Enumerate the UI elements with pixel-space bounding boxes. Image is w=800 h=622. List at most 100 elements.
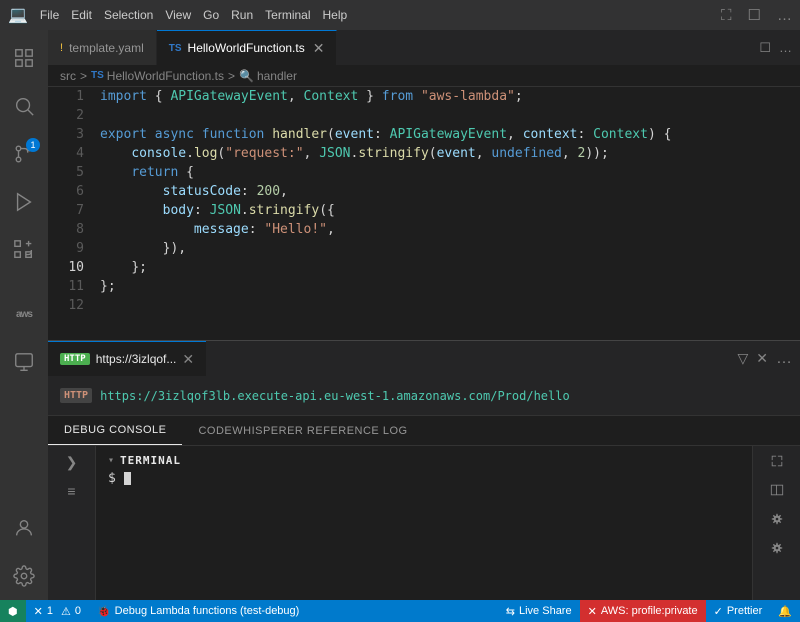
code-line-9: }), (100, 239, 792, 258)
status-aws-profile[interactable]: ✕ AWS: profile:private (580, 600, 706, 622)
activity-extensions[interactable] (0, 226, 48, 274)
titlebar: 💻 File Edit Selection View Go Run Termin… (0, 0, 800, 30)
status-live-share[interactable]: ⇆ Live Share (498, 600, 580, 622)
terminal-collapse-icon[interactable]: ▾ (108, 455, 114, 466)
panel-header-right: ▽ ✕ … (729, 341, 800, 376)
panel-tab-url[interactable]: HTTP https://3izlqof... ✕ (48, 341, 206, 376)
main-layout: 1 aws ! template.yaml TS (0, 30, 800, 600)
sub-tab-debug[interactable]: DEBUG CONSOLE (48, 416, 182, 445)
aws-warning-icon: ✕ (588, 605, 597, 618)
terminal-expand-icon[interactable]: ❯ (62, 450, 82, 475)
panel-url-label: https://3izlqof... (96, 352, 177, 366)
code-line-12 (100, 296, 792, 315)
bottom-panel: HTTP https://3izlqof... ✕ ▽ ✕ … HTTP htt… (48, 340, 800, 600)
terminal-right-buttons (752, 446, 800, 600)
code-editor[interactable]: 12345 6789 10 1112 import { APIGatewayEv… (48, 87, 800, 340)
status-prettier[interactable]: ✓ Prettier (706, 600, 771, 622)
breadcrumb-handler[interactable]: handler (257, 69, 297, 83)
menu-edit[interactable]: Edit (71, 8, 92, 22)
status-errors[interactable]: ✕ 1 ⚠ 0 (26, 600, 89, 622)
live-share-label: Live Share (519, 605, 572, 617)
menu-go[interactable]: Go (203, 8, 219, 22)
activity-explorer[interactable] (0, 34, 48, 82)
code-line-5: return { (100, 163, 792, 182)
tab-handler-close[interactable]: ✕ (313, 40, 325, 57)
code-line-11: }; (100, 277, 792, 296)
breadcrumb-handler-icon: 🔍 (239, 69, 254, 83)
term-maximize-icon[interactable] (766, 450, 788, 475)
terminal-prompt: $ (108, 471, 740, 486)
debug-label: Debug Lambda functions (test-debug) (115, 605, 300, 617)
status-debug[interactable]: 🐞 Debug Lambda functions (test-debug) (89, 600, 307, 622)
tab-bar: ! template.yaml TS HelloWorldFunction.ts… (48, 30, 800, 65)
menu-file[interactable]: File (40, 8, 59, 22)
activity-search[interactable] (0, 82, 48, 130)
panel-header: HTTP https://3izlqof... ✕ ▽ ✕ … (48, 341, 800, 376)
breadcrumb-file[interactable]: HelloWorldFunction.ts (107, 69, 224, 83)
terminal-sidebar: ❯ ≡ (48, 446, 96, 600)
split-editor-icon[interactable]: ☐ (759, 40, 771, 56)
more-actions-icon[interactable]: … (777, 7, 792, 24)
activity-run-debug[interactable] (0, 178, 48, 226)
term-settings-icon[interactable] (766, 508, 788, 533)
tab-template[interactable]: ! template.yaml (48, 30, 157, 65)
panel-url-close[interactable]: ✕ (182, 351, 194, 368)
code-line-6: statusCode: 200, (100, 182, 792, 201)
prettier-icon: ✓ (714, 605, 723, 618)
status-notifications[interactable]: 🔔 (770, 600, 800, 622)
menu-run[interactable]: Run (231, 8, 253, 22)
activity-bar: 1 aws (0, 30, 48, 600)
error-count: 1 (47, 605, 53, 617)
prettier-label: Prettier (727, 605, 762, 617)
debug-icon: 🐞 (97, 605, 111, 618)
bell-icon: 🔔 (778, 605, 792, 618)
activity-aws[interactable]: aws (0, 290, 48, 338)
terminal-content[interactable]: ▾ TERMINAL $ (96, 446, 752, 600)
activity-settings[interactable] (0, 552, 48, 600)
app-icon: 💻 (8, 5, 28, 25)
tab-handler-icon: TS (169, 43, 182, 54)
terminal-list-icon[interactable]: ≡ (63, 479, 79, 503)
warning-icon: ⚠ (61, 605, 71, 618)
menu-view[interactable]: View (165, 8, 191, 22)
sub-tab-codewhisperer[interactable]: CODEWHISPERER REFERENCE LOG (182, 416, 423, 445)
panel-close-icon[interactable]: ✕ (756, 350, 768, 367)
breadcrumb-src[interactable]: src (60, 69, 76, 83)
vscode-accounts-icon[interactable]: ⛶ (721, 7, 732, 24)
terminal-area: ❯ ≡ ▾ TERMINAL $ (48, 446, 800, 600)
activity-source-control[interactable]: 1 (0, 130, 48, 178)
status-remote[interactable]: ⬢ (0, 600, 26, 622)
warning-count: 0 (75, 605, 81, 617)
code-line-3: export async function handler(event: API… (100, 125, 792, 144)
activity-accounts[interactable] (0, 504, 48, 552)
code-content: import { APIGatewayEvent, Context } from… (92, 87, 800, 340)
code-line-7: body: JSON.stringify({ (100, 201, 792, 220)
url-http-badge: HTTP (60, 388, 92, 403)
tab-handler-label: HelloWorldFunction.ts (188, 41, 305, 55)
code-line-2 (100, 106, 792, 125)
sub-tabs: DEBUG CONSOLE CODEWHISPERER REFERENCE LO… (48, 416, 800, 446)
terminal-dollar: $ (108, 471, 116, 486)
breadcrumb: src > TS HelloWorldFunction.ts > 🔍 handl… (48, 65, 800, 87)
more-tabs-icon[interactable]: … (779, 40, 792, 55)
term-split-icon[interactable] (766, 479, 788, 504)
layout-icon[interactable]: ☐ (748, 6, 761, 24)
term-settings2-icon[interactable] (766, 537, 788, 562)
error-icon: ✕ (34, 605, 43, 618)
tab-handler[interactable]: TS HelloWorldFunction.ts ✕ (157, 30, 338, 65)
activity-remote[interactable] (0, 338, 48, 386)
panel-minimize-icon[interactable]: ▽ (737, 350, 748, 367)
code-line-10: }; (100, 258, 792, 277)
code-line-4: console.log("request:", JSON.stringify(e… (100, 144, 792, 163)
menu-selection[interactable]: Selection (104, 8, 153, 22)
code-line-1: import { APIGatewayEvent, Context } from… (100, 87, 792, 106)
source-control-badge: 1 (26, 138, 40, 152)
line-numbers: 12345 6789 10 1112 (48, 87, 92, 340)
menu-bar: File Edit Selection View Go Run Terminal… (40, 8, 347, 22)
tab-template-label: template.yaml (69, 41, 144, 55)
status-bar: ⬢ ✕ 1 ⚠ 0 🐞 Debug Lambda functions (test… (0, 600, 800, 622)
panel-more-icon[interactable]: … (776, 350, 792, 368)
menu-terminal[interactable]: Terminal (265, 8, 310, 22)
menu-help[interactable]: Help (323, 8, 348, 22)
http-badge: HTTP (60, 353, 90, 365)
